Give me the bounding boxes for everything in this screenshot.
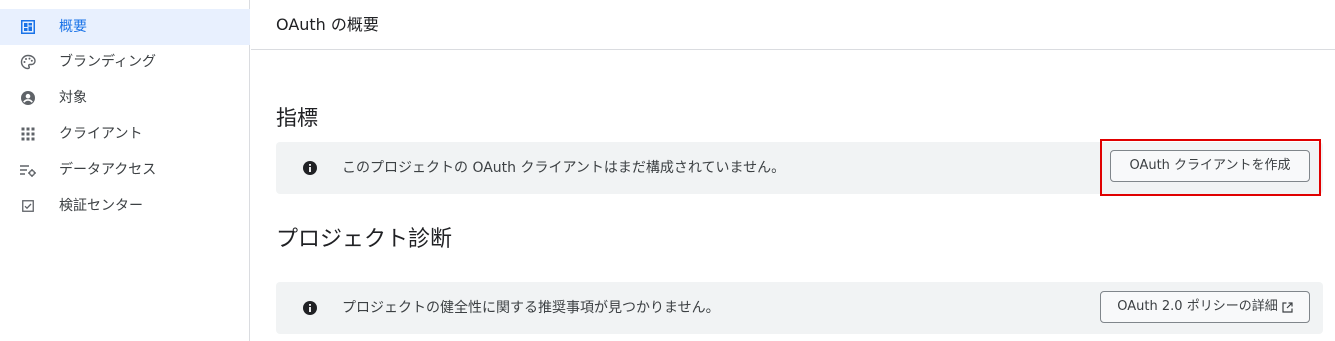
apps-grid-icon	[19, 125, 37, 143]
diagnostics-section-title: プロジェクト診断	[276, 227, 453, 252]
oauth-policy-details-label: OAuth 2.0 ポリシーの詳細	[1117, 299, 1278, 314]
sidebar-item-overview[interactable]: 概要	[0, 9, 250, 45]
sidebar-item-label: 概要	[59, 19, 87, 35]
info-icon	[301, 299, 319, 317]
open-in-new-icon	[1282, 301, 1293, 313]
sidebar-item-label: データアクセス	[59, 162, 157, 178]
data-access-icon	[19, 161, 37, 179]
oauth-policy-details-button[interactable]: OAuth 2.0 ポリシーの詳細	[1100, 291, 1310, 323]
diagnostics-banner-text: プロジェクトの健全性に関する推奨事項が見つかりません。	[342, 300, 720, 316]
sidebar-item-label: 検証センター	[59, 198, 143, 214]
sidebar: 概要 ブランディング 対象 クライアント データアクセス 検証センター	[0, 0, 250, 341]
sidebar-item-audience[interactable]: 対象	[0, 80, 250, 116]
dashboard-icon	[19, 18, 37, 36]
page-header: OAuth の概要	[251, 0, 1335, 50]
sidebar-item-data-access[interactable]: データアクセス	[0, 152, 250, 188]
sidebar-item-label: 対象	[59, 90, 87, 106]
sidebar-item-clients[interactable]: クライアント	[0, 116, 250, 152]
check-box-icon	[19, 197, 37, 215]
create-oauth-client-button[interactable]: OAuth クライアントを作成	[1110, 150, 1310, 182]
sidebar-item-label: クライアント	[59, 126, 143, 142]
palette-icon	[19, 53, 37, 71]
info-icon	[301, 159, 319, 177]
app-root: 概要 ブランディング 対象 クライアント データアクセス 検証センター OAut…	[0, 0, 1335, 341]
account-circle-icon	[19, 89, 37, 107]
metrics-section-title: 指標	[276, 106, 318, 130]
sidebar-item-branding[interactable]: ブランディング	[0, 44, 250, 80]
page-title: OAuth の概要	[276, 15, 379, 34]
sidebar-item-verification-center[interactable]: 検証センター	[0, 188, 250, 224]
sidebar-item-label: ブランディング	[59, 54, 157, 70]
metrics-banner-text: このプロジェクトの OAuth クライアントはまだ構成されていません。	[342, 160, 786, 176]
